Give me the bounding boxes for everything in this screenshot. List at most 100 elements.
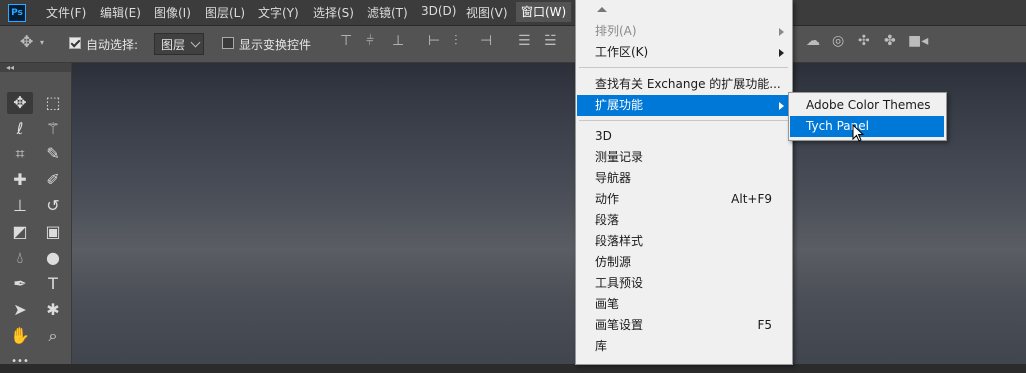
3d-scale-icon[interactable]: ■◂ [908,33,928,49]
options-bar: ✥ ▾ 自动选择: 图层 显示变换控件 ⊤ ⫩ ⊥ ⊢ ⫶ ⊣ ☰ ☱ ☁ ◎ … [0,26,1026,63]
menu-layer[interactable]: 图层(L) [205,4,245,21]
submenu-arrow-icon [779,102,784,110]
menu-item-brush-settings[interactable]: 画笔设置 F5 [577,315,790,336]
menu-item-3d[interactable]: 3D [577,126,790,147]
auto-select-target-value: 图层 [161,38,186,52]
move-tool-preset-icon[interactable]: ✥ [20,32,33,51]
menu-item-clone-source[interactable]: 仿制源 [577,252,790,273]
auto-select-checkbox[interactable] [69,37,81,49]
submenu-arrow-icon [779,28,784,36]
menu-item-libraries[interactable]: 库 [577,336,790,357]
menu-edit[interactable]: 编辑(E) [100,4,141,21]
menu-item-arrange[interactable]: 排列(A) [577,21,790,42]
menu-select[interactable]: 选择(S) [313,4,354,21]
distribute-top-icon[interactable]: ☰ [518,33,531,49]
menu-item-find-extensions[interactable]: 查找有关 Exchange 的扩展功能... [577,74,790,95]
auto-select-label: 自动选择: [86,38,139,52]
3d-roll-icon[interactable]: ◎ [832,33,844,49]
menu-item-label: 3D [595,129,612,143]
menu-item-extensions[interactable]: 扩展功能 [577,95,790,116]
menu-window[interactable]: 窗口(W) [516,2,572,22]
align-horizontal-center-icon[interactable]: ⫶ [454,33,458,49]
type-tool-icon[interactable]: T [40,273,66,295]
shape-tool-icon[interactable]: ✱ [40,299,66,321]
align-top-icon[interactable]: ⊤ [340,33,352,49]
menu-image[interactable]: 图像(I) [154,4,191,21]
eyedropper-tool-icon[interactable]: ✎ [40,143,66,165]
menu-item-shortcut: F5 [757,318,772,332]
mouse-pointer-icon [852,124,865,142]
menu-item-workspace[interactable]: 工作区(K) [577,42,790,63]
healing-brush-tool-icon[interactable]: ✚ [7,169,33,191]
menu-item-label: 工具预设 [595,276,644,290]
menu-file[interactable]: 文件(F) [46,4,86,21]
brush-tool-icon[interactable]: ✐ [40,169,66,191]
align-vertical-center-icon[interactable]: ⫩ [366,33,374,49]
path-selection-tool-icon[interactable]: ➤ [7,299,33,321]
dodge-tool-icon[interactable]: ● [40,247,66,269]
magic-wand-tool-icon[interactable]: ⚚ [40,118,66,140]
menu-item-label: 导航器 [595,171,632,185]
history-brush-tool-icon[interactable]: ↺ [40,195,66,217]
menu-filter[interactable]: 滤镜(T) [367,4,408,21]
align-left-icon[interactable]: ⊢ [428,33,440,49]
menu-separator [579,67,788,68]
menu-item-shortcut: Alt+F9 [731,192,772,206]
menu-item-label: 画笔 [595,297,620,311]
gradient-tool-icon[interactable]: ▣ [40,221,66,243]
menu-item-label: 查找有关 Exchange 的扩展功能... [595,77,781,91]
marquee-tool-icon[interactable]: ⬚ [40,92,66,114]
distribute-center-icon[interactable]: ☱ [544,33,557,49]
chevron-down-icon[interactable]: ▾ [40,38,44,47]
show-transform-label: 显示变换控件 [239,38,312,52]
scroll-up-icon[interactable] [597,7,607,12]
menu-item-tool-presets[interactable]: 工具预设 [577,273,790,294]
align-right-icon[interactable]: ⊣ [480,33,492,49]
menu-item-navigator[interactable]: 导航器 [577,168,790,189]
3d-rotate-icon[interactable]: ☁ [806,33,820,49]
menu-item-label: 排列(A) [595,24,637,38]
stamp-tool-icon[interactable]: ⊥ [7,195,33,217]
move-tool-icon[interactable]: ✥ [7,92,33,114]
menu-item-label: 工作区(K) [595,45,649,59]
menu-item-label: 段落样式 [595,234,644,248]
menu-item-brushes[interactable]: 画笔 [577,294,790,315]
hand-tool-icon[interactable]: ✋ [7,325,33,347]
lasso-tool-icon[interactable]: ℓ [7,118,33,140]
zoom-tool-icon[interactable]: ⌕ [40,325,66,347]
toolbox: ◂◂ ✥ ⬚ ℓ ⚚ ⌗ ✎ ✚ ✐ ⊥ ↺ ◩ ▣ 💧︎ ● ✒ T ➤ ✱ … [0,63,72,367]
menu-item-paragraph-styles[interactable]: 段落样式 [577,231,790,252]
menu-item-measurement-log[interactable]: 测量记录 [577,147,790,168]
menu-type[interactable]: 文字(Y) [258,4,299,21]
3d-drag-icon[interactable]: ✣ [858,33,870,49]
crop-tool-icon[interactable]: ⌗ [7,143,33,165]
menu-bar: Ps 文件(F) 编辑(E) 图像(I) 图层(L) 文字(Y) 选择(S) 滤… [0,0,1026,26]
window-menu-dropdown: 排列(A) 工作区(K) 查找有关 Exchange 的扩展功能... 扩展功能… [575,0,793,365]
photoshop-logo: Ps [8,4,26,22]
menu-view[interactable]: 视图(V) [466,4,508,21]
menu-item-label: 测量记录 [595,150,644,164]
menu-item-paragraph[interactable]: 段落 [577,210,790,231]
show-transform-checkbox[interactable] [222,37,234,49]
menu-separator [579,120,788,121]
chevron-down-icon [190,37,201,48]
toolbox-collapse-handle[interactable]: ◂◂ [0,63,71,72]
extensions-submenu: Adobe Color Themes Tych Panel [788,92,947,141]
menu-3d[interactable]: 3D(D) [421,4,456,18]
menu-item-label: 仿制源 [595,255,632,269]
eraser-tool-icon[interactable]: ◩ [7,221,33,243]
submenu-arrow-icon [779,49,784,57]
blur-tool-icon[interactable]: 💧︎ [7,247,33,269]
3d-slide-icon[interactable]: ✤ [884,33,896,49]
menu-item-label: 段落 [595,213,620,227]
pen-tool-icon[interactable]: ✒ [7,273,33,295]
menu-item-label: 扩展功能 [595,98,644,112]
more-tools-icon[interactable]: ••• [7,351,33,373]
align-bottom-icon[interactable]: ⊥ [392,33,404,49]
menu-item-label: 画笔设置 [595,318,644,332]
submenu-item-tych-panel[interactable]: Tych Panel [790,116,944,137]
menu-item-actions[interactable]: 动作 Alt+F9 [577,189,790,210]
auto-select-target-dropdown[interactable]: 图层 [154,33,204,55]
submenu-item-adobe-color-themes[interactable]: Adobe Color Themes [790,95,944,116]
submenu-item-label: Adobe Color Themes [806,98,931,112]
